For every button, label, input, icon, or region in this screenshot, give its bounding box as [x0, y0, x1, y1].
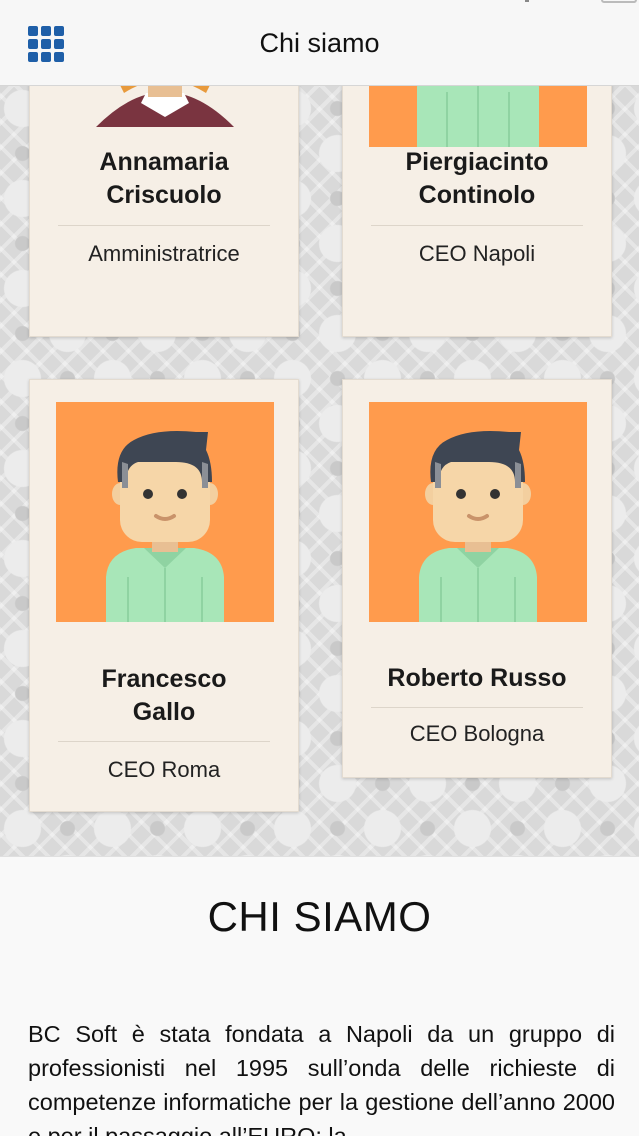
- top-nav-bar: Chi siamo: [0, 0, 639, 86]
- male-avatar-icon: [369, 402, 587, 622]
- member-role: CEO Roma: [107, 757, 221, 782]
- member-name: Annamaria Criscuolo: [99, 148, 229, 209]
- about-section: CHI SIAMO BC Soft è stata fondata a Napo…: [0, 856, 639, 1136]
- member-role: CEO Napoli: [418, 241, 536, 266]
- member-name: Roberto Russo: [387, 664, 567, 692]
- page-title: Chi siamo: [259, 28, 380, 58]
- section-title: CHI SIAMO: [207, 893, 432, 940]
- card-divider: [58, 225, 270, 226]
- member-role: Amministratrice: [88, 241, 240, 266]
- female-avatar-icon: [56, 86, 274, 127]
- team-card[interactable]: Roberto Russo CEO Bologna: [342, 379, 612, 778]
- team-card[interactable]: Piergiacinto Continolo CEO Napoli: [342, 86, 612, 337]
- male-avatar-icon: [56, 402, 274, 622]
- card-divider: [371, 225, 583, 226]
- team-card[interactable]: Francesco Gallo CEO Roma: [29, 379, 299, 812]
- battery-icon: [601, 0, 637, 3]
- member-name: Francesco Gallo: [101, 665, 227, 726]
- status-indicator: [525, 0, 529, 2]
- team-card[interactable]: Annamaria Criscuolo Amministratrice: [29, 86, 299, 337]
- member-role: CEO Bologna: [409, 721, 545, 746]
- male-avatar-icon: [369, 86, 587, 147]
- member-name: Piergiacinto Continolo: [405, 148, 549, 209]
- about-paragraph: BC Soft è stata fondata a Napoli da un g…: [28, 1021, 615, 1136]
- card-divider: [371, 707, 583, 708]
- team-section: Annamaria Criscuolo Amministratrice Pier…: [0, 86, 639, 856]
- card-divider: [58, 741, 270, 742]
